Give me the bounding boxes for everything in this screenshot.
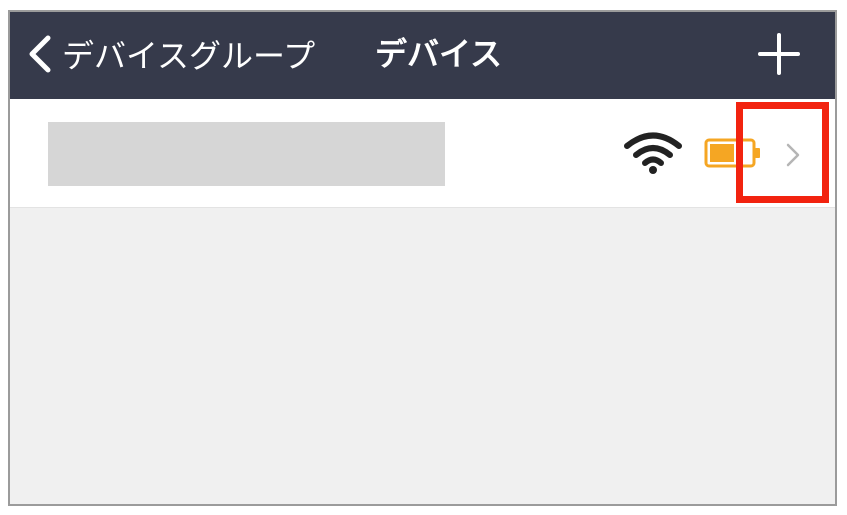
page-title: デバイス <box>375 35 503 73</box>
back-button-label: デバイスグループ <box>62 37 316 75</box>
back-button[interactable]: デバイスグループ <box>24 28 315 80</box>
battery-icon <box>704 138 760 168</box>
plus-icon[interactable] <box>757 32 801 76</box>
chevron-right-icon[interactable] <box>784 141 802 169</box>
wifi-icon <box>624 132 682 174</box>
chevron-left-icon <box>29 35 51 73</box>
empty-content-area <box>10 208 835 504</box>
device-name-redacted <box>48 122 445 186</box>
device-screen: デバイスグループ デバイス <box>8 10 837 506</box>
device-list-item[interactable] <box>10 99 835 208</box>
navigation-bar: デバイスグループ デバイス <box>10 12 835 99</box>
